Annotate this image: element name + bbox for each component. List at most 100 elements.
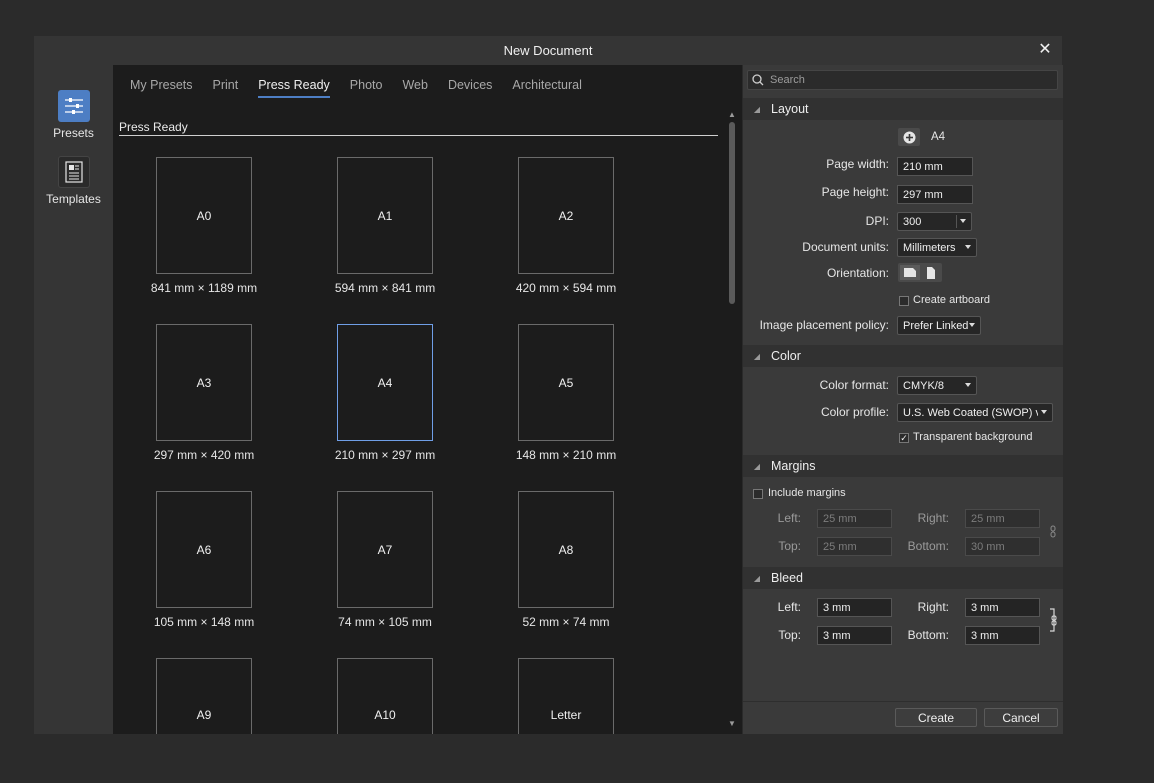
- preset-size: 210 mm × 297 mm: [334, 448, 436, 462]
- preset-card: A4: [337, 324, 433, 441]
- scroll-up-icon[interactable]: ▲: [726, 110, 738, 119]
- create-artboard-checkbox[interactable]: [899, 296, 909, 306]
- preset-a9[interactable]: A9: [113, 658, 304, 734]
- left-sidebar: Presets Templates: [34, 65, 113, 734]
- preset-card: A10: [337, 658, 433, 734]
- preset-scrollbar[interactable]: ▲ ▼: [726, 108, 738, 730]
- margin-right-label: Right:: [917, 511, 949, 525]
- preset-name-label: A4: [931, 131, 946, 143]
- create-artboard-label: Create artboard: [913, 294, 991, 306]
- bleed-left-field[interactable]: 3 mm: [817, 598, 892, 617]
- collapse-triangle-icon: ◢: [753, 573, 761, 583]
- preset-a3[interactable]: A3 297 mm × 420 mm: [113, 324, 304, 462]
- chevron-down-icon: [960, 219, 966, 223]
- collapse-triangle-icon: ◢: [753, 461, 761, 471]
- templates-icon: [57, 156, 90, 188]
- layout-section-header[interactable]: ◢ Layout: [743, 98, 1063, 120]
- preset-card: A2: [518, 157, 614, 274]
- preset-size: 594 mm × 841 mm: [334, 281, 436, 295]
- preset-size: 105 mm × 148 mm: [153, 615, 255, 629]
- margins-section-header[interactable]: ◢ Margins: [743, 455, 1063, 477]
- landscape-button[interactable]: [900, 265, 920, 280]
- close-icon[interactable]: ✕: [1036, 41, 1054, 59]
- color-header-label: Color: [771, 349, 801, 363]
- plus-circle-icon: [903, 131, 915, 143]
- chevron-down-icon: [965, 245, 971, 249]
- preset-a4[interactable]: A4 210 mm × 297 mm: [285, 324, 485, 462]
- scroll-thumb[interactable]: [729, 122, 735, 304]
- bleed-link-icon[interactable]: [1048, 607, 1058, 633]
- bleed-right-field[interactable]: 3 mm: [965, 598, 1040, 617]
- margin-top-field[interactable]: 25 mm: [817, 537, 892, 556]
- bleed-bottom-field[interactable]: 3 mm: [965, 626, 1040, 645]
- preset-card: A3: [156, 324, 252, 441]
- include-margins-checkbox[interactable]: [753, 489, 763, 499]
- preset-a1[interactable]: A1 594 mm × 841 mm: [285, 157, 485, 295]
- preset-a7[interactable]: A7 74 mm × 105 mm: [285, 491, 485, 629]
- preset-letter[interactable]: Letter: [466, 658, 666, 734]
- bleed-top-field[interactable]: 3 mm: [817, 626, 892, 645]
- preset-size: 841 mm × 1189 mm: [150, 281, 258, 295]
- preset-a8[interactable]: A8 52 mm × 74 mm: [466, 491, 666, 629]
- preset-size: 52 mm × 74 mm: [522, 615, 610, 629]
- preset-card: A9: [156, 658, 252, 734]
- bleed-left-label: Left:: [777, 600, 801, 614]
- color-format-value: CMYK/8: [903, 379, 944, 392]
- window-title: New Document: [503, 43, 593, 58]
- tab-photo[interactable]: Photo: [350, 78, 383, 98]
- transparent-background-checkbox[interactable]: ✓: [899, 433, 909, 443]
- image-placement-dropdown[interactable]: Prefer Linked: [897, 316, 981, 335]
- color-profile-label: Color profile:: [820, 405, 889, 419]
- preset-a0[interactable]: A0 841 mm × 1189 mm: [113, 157, 304, 295]
- margin-right-field[interactable]: 25 mm: [965, 509, 1040, 528]
- collapse-triangle-icon: ◢: [753, 104, 761, 114]
- margin-left-field[interactable]: 25 mm: [817, 509, 892, 528]
- preset-card: A1: [337, 157, 433, 274]
- tab-my-presets[interactable]: My Presets: [130, 78, 193, 98]
- document-units-dropdown[interactable]: Millimeters: [897, 238, 977, 257]
- include-margins-label: Include margins: [768, 487, 846, 499]
- color-profile-value: U.S. Web Coated (SWOP) v2: [903, 406, 1038, 419]
- page-height-label: Page height:: [821, 185, 889, 199]
- tab-press-ready[interactable]: Press Ready: [258, 78, 330, 98]
- margins-header-label: Margins: [771, 459, 816, 473]
- title-bar: New Document ✕: [34, 36, 1062, 65]
- margin-top-label: Top:: [778, 539, 801, 553]
- preset-a10[interactable]: A10: [285, 658, 485, 734]
- chevron-down-icon: [969, 323, 975, 327]
- add-preset-button[interactable]: [898, 128, 920, 146]
- image-placement-label: Image placement policy:: [759, 318, 889, 332]
- search-input[interactable]: Search: [747, 70, 1058, 90]
- portrait-button[interactable]: [922, 265, 940, 280]
- bleed-section-header[interactable]: ◢ Bleed: [743, 567, 1063, 589]
- color-section-header[interactable]: ◢ Color: [743, 345, 1063, 367]
- presets-icon: [57, 90, 90, 122]
- color-profile-dropdown[interactable]: U.S. Web Coated (SWOP) v2: [897, 403, 1053, 422]
- create-button[interactable]: Create: [895, 708, 977, 727]
- margins-link-icon[interactable]: [1049, 520, 1057, 544]
- tab-web[interactable]: Web: [402, 78, 427, 98]
- preset-a6[interactable]: A6 105 mm × 148 mm: [113, 491, 304, 629]
- category-tabs: My Presets Print Press Ready Photo Web D…: [130, 78, 602, 98]
- page-width-field[interactable]: 210 mm: [897, 157, 973, 176]
- cancel-button[interactable]: Cancel: [984, 708, 1058, 727]
- preset-card: A8: [518, 491, 614, 608]
- color-format-dropdown[interactable]: CMYK/8: [897, 376, 977, 395]
- tab-print[interactable]: Print: [213, 78, 239, 98]
- preset-card: Letter: [518, 658, 614, 734]
- layout-header-label: Layout: [771, 102, 809, 116]
- section-title: Press Ready: [119, 120, 718, 136]
- margin-left-label: Left:: [777, 511, 801, 525]
- sidebar-item-presets[interactable]: Presets: [34, 90, 113, 140]
- preset-a5[interactable]: A5 148 mm × 210 mm: [466, 324, 666, 462]
- dpi-dropdown[interactable]: 300: [897, 212, 972, 231]
- preset-a2[interactable]: A2 420 mm × 594 mm: [466, 157, 666, 295]
- margin-bottom-field[interactable]: 30 mm: [965, 537, 1040, 556]
- preset-card: A6: [156, 491, 252, 608]
- bleed-top-label: Top:: [778, 628, 801, 642]
- sidebar-item-templates[interactable]: Templates: [34, 156, 113, 206]
- page-height-field[interactable]: 297 mm: [897, 185, 973, 204]
- scroll-down-icon[interactable]: ▼: [726, 719, 738, 728]
- tab-architectural[interactable]: Architectural: [512, 78, 581, 98]
- tab-devices[interactable]: Devices: [448, 78, 492, 98]
